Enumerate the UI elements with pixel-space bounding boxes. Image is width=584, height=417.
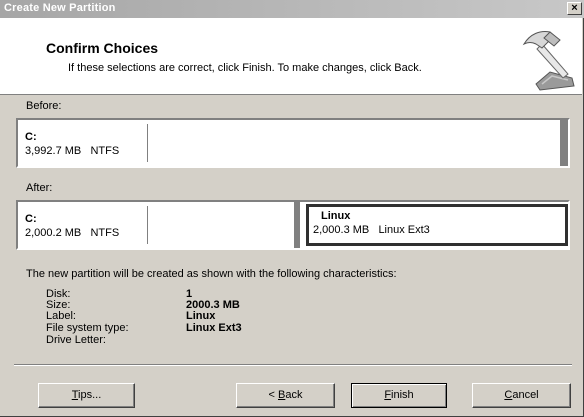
partition-info: 2,000.2 MB NTFS	[25, 227, 120, 239]
before-label: Before:	[26, 100, 62, 112]
wizard-header: Confirm Choices If these selections are …	[0, 18, 582, 95]
page-subtitle: If these selections are correct, click F…	[68, 62, 422, 74]
drive-letter-label: Drive Letter:	[46, 334, 106, 346]
unallocated-bar	[560, 120, 568, 166]
separator	[14, 364, 572, 366]
label-value: Linux	[186, 310, 216, 322]
partition-info: 2,000.3 MB Linux Ext3	[313, 224, 430, 236]
partition-name: Linux	[321, 210, 351, 222]
cancel-button[interactable]: Cancel	[472, 383, 571, 408]
fs-type-value: Linux Ext3	[186, 322, 242, 334]
window-title: Create New Partition	[4, 2, 116, 14]
finish-button[interactable]: Finish	[351, 383, 447, 408]
hammer-icon	[522, 31, 575, 91]
after-label: After:	[26, 182, 53, 194]
partition-divider	[294, 202, 300, 248]
partition-info: 3,992.7 MB NTFS	[25, 145, 120, 157]
close-button[interactable]: ×	[567, 2, 582, 15]
title-bar[interactable]: Create New Partition ×	[0, 0, 584, 18]
new-partition-block[interactable]: Linux 2,000.3 MB Linux Ext3	[306, 204, 568, 246]
create-partition-dialog: Create New Partition × Confirm Choices I…	[0, 0, 584, 417]
back-button[interactable]: < Back	[236, 383, 335, 408]
label-label: Label:	[46, 310, 76, 322]
tips-button[interactable]: Tips...	[38, 383, 135, 408]
fs-type-label: File system type:	[46, 322, 129, 334]
partition-name: C:	[25, 213, 37, 225]
before-panel: C: 3,992.7 MB NTFS	[16, 118, 570, 168]
after-panel: C: 2,000.2 MB NTFS Linux 2,000.3 MB Linu…	[16, 200, 570, 250]
page-title: Confirm Choices	[46, 40, 159, 56]
partition-block[interactable]: C: 3,992.7 MB NTFS	[22, 124, 148, 162]
characteristics-intro: The new partition will be created as sho…	[26, 268, 397, 280]
partition-name: C:	[25, 131, 37, 143]
partition-block[interactable]: C: 2,000.2 MB NTFS	[22, 206, 148, 244]
